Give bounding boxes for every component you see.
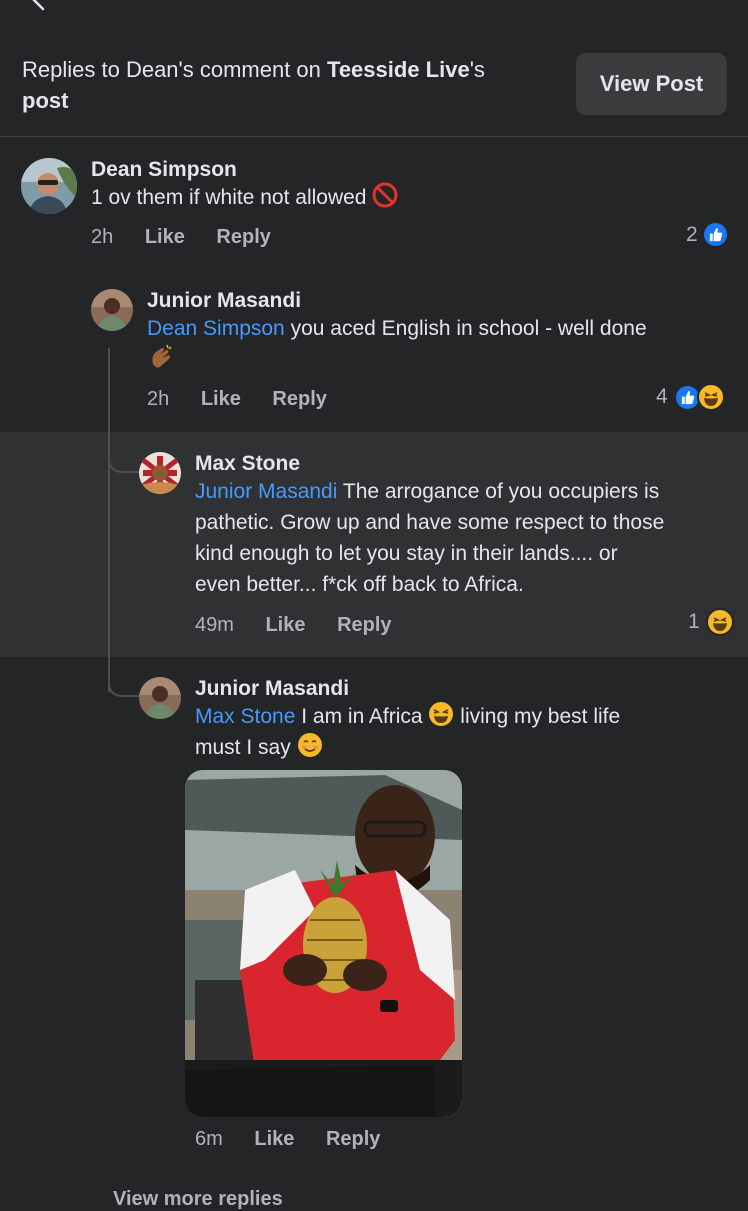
comment-text: 1 ov them if white not allowed — [91, 182, 398, 213]
comment-text-content: living my best life — [454, 705, 621, 728]
reaction-summary[interactable]: 2 — [686, 221, 729, 248]
photo-attachment[interactable] — [185, 770, 462, 1117]
view-post-button[interactable]: View Post — [576, 53, 727, 115]
comment-text: Max Stone I am in Africa living my best … — [195, 701, 735, 763]
reaction-count: 1 — [688, 610, 700, 633]
laughing-face-icon — [429, 702, 454, 726]
avatar[interactable] — [21, 158, 77, 214]
reaction-summary[interactable]: 4 — [656, 383, 725, 411]
avatar[interactable] — [91, 289, 133, 331]
haha-reaction-icon — [705, 608, 734, 636]
no-entry-icon — [372, 182, 398, 208]
comment-meta: 2h Like Reply — [91, 226, 271, 249]
comment-time: 2h — [91, 226, 114, 248]
back-arrow-icon[interactable] — [28, 0, 52, 12]
commenter-name[interactable]: Max Stone — [195, 452, 300, 476]
mention-link[interactable]: Dean Simpson — [147, 317, 285, 340]
header-title: Replies to Dean's comment on Teesside Li… — [22, 54, 542, 116]
mention-link[interactable]: Junior Masandi — [195, 480, 337, 503]
comment-meta: 6m Like Reply — [195, 1128, 380, 1151]
comment-text-content: even better... f*ck off back to Africa. — [195, 573, 524, 596]
reply-button[interactable]: Reply — [216, 226, 270, 249]
comment-text-content: pathetic. Grow up and have some respect … — [195, 511, 665, 534]
commenter-name[interactable]: Junior Masandi — [147, 289, 301, 313]
post-word[interactable]: post — [22, 88, 68, 113]
comment-text-content: you aced English in school - well done — [284, 317, 647, 340]
comment-meta: 49m Like Reply — [195, 614, 392, 637]
page-name[interactable]: Teesside Live — [327, 57, 470, 82]
like-button[interactable]: Like — [265, 614, 305, 637]
reaction-count: 4 — [656, 385, 668, 408]
like-button[interactable]: Like — [201, 388, 241, 411]
like-button[interactable]: Like — [145, 226, 185, 249]
header-prefix: Replies to Dean's comment on — [22, 57, 328, 82]
clapping-hands-icon — [152, 344, 172, 368]
haha-reaction-icon — [696, 383, 725, 411]
comment-text: Dean Simpson you aced English in school … — [147, 313, 727, 377]
header-possessive: 's — [469, 57, 485, 82]
smiling-face-icon — [297, 733, 322, 757]
thread-line — [108, 348, 110, 692]
avatar[interactable] — [139, 452, 181, 494]
comment-time: 6m — [195, 1128, 223, 1150]
avatar[interactable] — [139, 677, 181, 719]
comment-time: 2h — [147, 388, 170, 410]
commenter-name[interactable]: Junior Masandi — [195, 677, 349, 701]
thread-branch — [108, 440, 140, 473]
top-bar — [0, 0, 748, 30]
comment-text-content: must I say — [195, 736, 297, 759]
like-reaction-icon — [701, 221, 729, 248]
comment-text: Junior Masandi The arrogance of you occu… — [195, 476, 735, 600]
replies-header: Replies to Dean's comment on Teesside Li… — [0, 30, 748, 137]
like-button[interactable]: Like — [254, 1128, 294, 1151]
comment-text-content: I am in Africa — [295, 705, 429, 728]
comment-text-content: 1 ov them if white not allowed — [91, 186, 367, 209]
comment-text-content: The arrogance of you occupiers is — [337, 480, 660, 503]
comment-text-content: kind enough to let you stay in their lan… — [195, 542, 618, 565]
comment-meta: 2h Like Reply — [147, 388, 327, 411]
thread-branch — [108, 664, 140, 697]
commenter-name[interactable]: Dean Simpson — [91, 158, 237, 182]
reaction-summary[interactable]: 1 — [688, 608, 734, 636]
reaction-count: 2 — [686, 222, 698, 246]
mention-link[interactable]: Max Stone — [195, 705, 295, 728]
reply-button[interactable]: Reply — [326, 1128, 380, 1151]
comment-time: 49m — [195, 614, 234, 636]
reply-button[interactable]: Reply — [272, 388, 326, 411]
reply-button[interactable]: Reply — [337, 614, 391, 637]
